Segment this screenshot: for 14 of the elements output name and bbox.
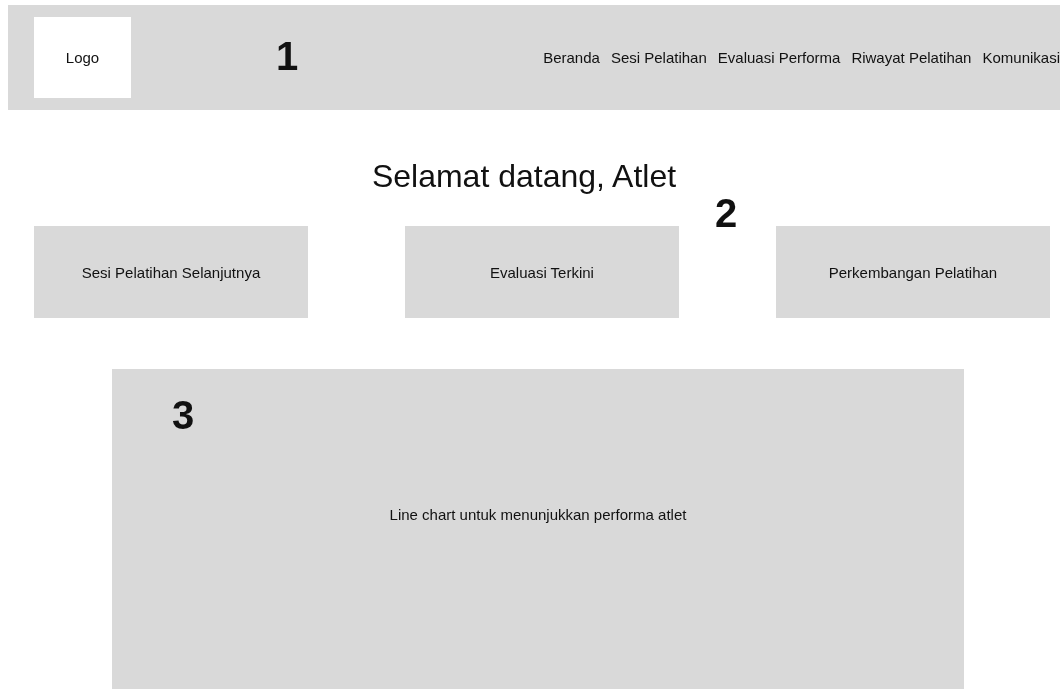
placeholder-text: Line chart untuk menunjukkan performa atlet [389,505,687,523]
logo: Logo [34,17,131,98]
nav-link[interactable]: Riwayat Pelatihan [851,49,972,66]
summary-card: Sesi Pelatihan Selanjutnya [34,226,308,318]
summary-card: Perkembangan Pelatihan [776,226,1050,318]
welcome-title: Selamat datang, Atlet [370,157,678,196]
annotation-number: 3 [172,395,195,435]
annotation-number: 2 [715,193,738,233]
summary-card: Evaluasi Terkini [405,226,679,318]
nav-link[interactable]: Evaluasi Performa [717,49,841,66]
annotation-number: 1 [276,36,299,76]
nav-link[interactable]: Sesi Pelatihan [610,49,707,66]
nav-link[interactable]: Beranda [543,49,600,66]
nav-link[interactable]: Komunikasi [982,49,1060,66]
